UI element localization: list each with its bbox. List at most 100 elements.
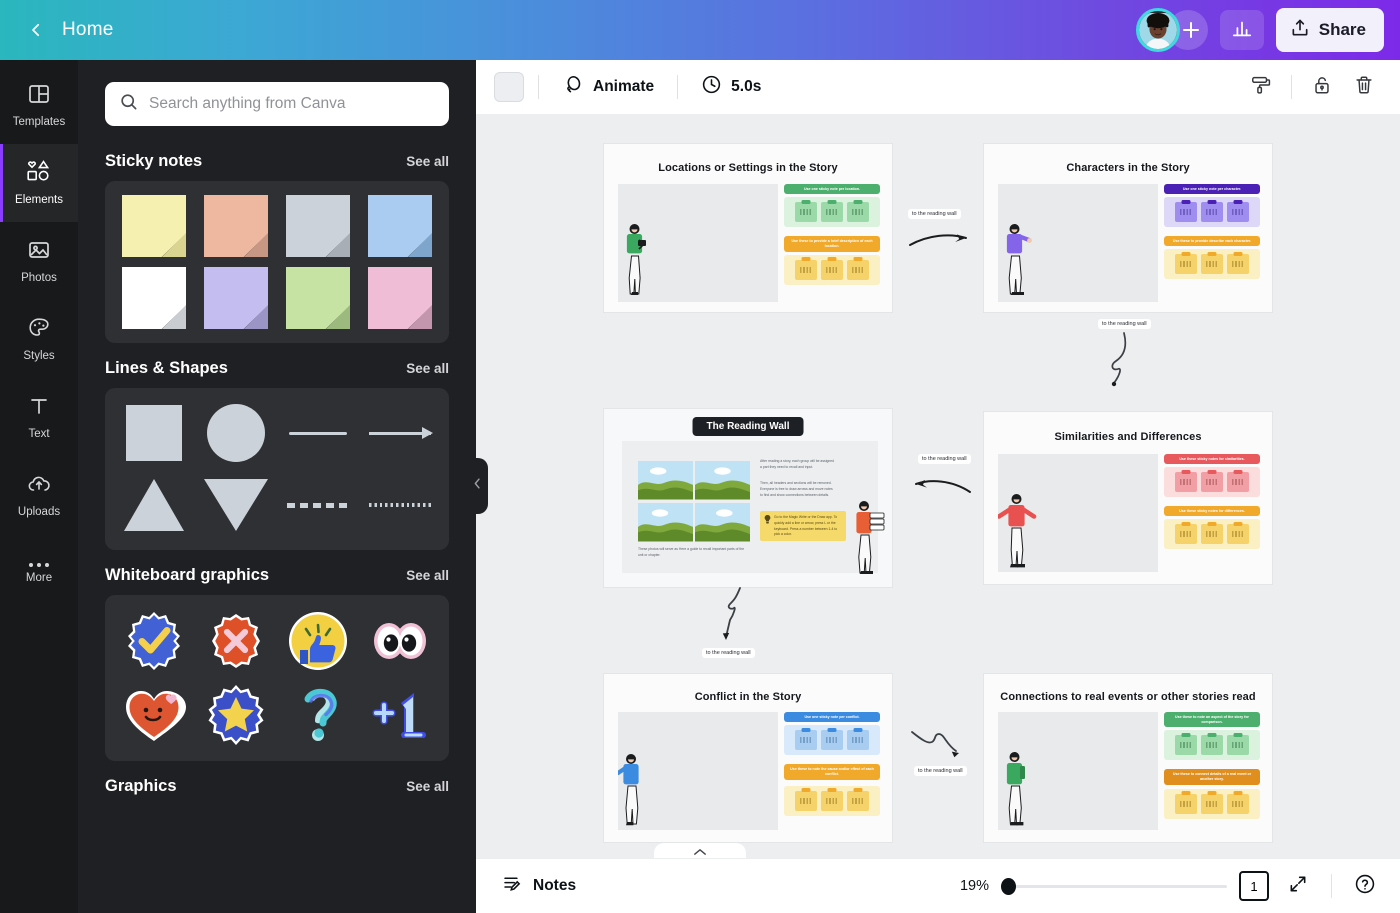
- paint-roller-button[interactable]: [1243, 69, 1279, 105]
- shape-triangle-down[interactable]: [204, 474, 268, 536]
- mini-sticky-note[interactable]: [1227, 199, 1249, 223]
- mini-sticky-note[interactable]: [847, 199, 869, 223]
- sidebar-item-uploads[interactable]: Uploads: [0, 456, 78, 534]
- sidebar-item-styles[interactable]: Styles: [0, 300, 78, 378]
- zoom-slider-knob[interactable]: [1001, 877, 1016, 895]
- mini-sticky-note[interactable]: [1201, 732, 1223, 756]
- card-note-column: Use one sticky note per conflict. Use th…: [784, 712, 880, 816]
- line-dotted[interactable]: [368, 474, 432, 536]
- notes-expand-tab[interactable]: [654, 843, 746, 858]
- mini-sticky-note[interactable]: [1175, 469, 1197, 493]
- whiteboard-canvas[interactable]: Locations or Settings in the Story Use o…: [476, 114, 1400, 858]
- see-all-lines-shapes[interactable]: See all: [406, 361, 449, 376]
- sticker-question-mark[interactable]: [286, 683, 350, 747]
- mini-sticky-note[interactable]: [795, 788, 817, 811]
- sidebar-item-text[interactable]: Text: [0, 378, 78, 456]
- mini-sticky-note[interactable]: [847, 788, 869, 811]
- landscape-photo[interactable]: [695, 461, 750, 500]
- mini-sticky-note[interactable]: [847, 727, 869, 751]
- mini-sticky-note[interactable]: [821, 727, 843, 751]
- animate-button[interactable]: Animate: [553, 69, 663, 106]
- sticky-note-yellow[interactable]: [122, 195, 186, 257]
- line-straight[interactable]: [286, 402, 350, 464]
- mini-sticky-note[interactable]: [1201, 199, 1223, 223]
- see-all-whiteboard-graphics[interactable]: See all: [406, 568, 449, 583]
- card-characters[interactable]: Characters in the Story Use one sticky n…: [984, 144, 1272, 312]
- sidebar-item-elements[interactable]: Elements: [0, 144, 78, 222]
- sidebar-item-templates[interactable]: Templates: [0, 66, 78, 144]
- sticky-note-peach[interactable]: [204, 195, 268, 257]
- shape-triangle-up[interactable]: [122, 474, 186, 536]
- shape-circle[interactable]: [204, 402, 268, 464]
- sticky-note-gray[interactable]: [286, 195, 350, 257]
- mini-sticky-note[interactable]: [1201, 521, 1223, 545]
- analytics-button[interactable]: [1219, 10, 1264, 50]
- panel-collapse-handle[interactable]: [466, 458, 488, 514]
- mini-sticky-note[interactable]: [795, 727, 817, 751]
- fullscreen-button[interactable]: [1281, 869, 1315, 903]
- mini-sticky-note[interactable]: [1175, 791, 1197, 814]
- mini-sticky-note[interactable]: [821, 199, 843, 223]
- mini-sticky-note[interactable]: [847, 257, 869, 280]
- sticker-thumbs-up[interactable]: [286, 609, 350, 673]
- card-conflict[interactable]: Conflict in the Story Use one sticky not…: [604, 674, 892, 842]
- sticky-note-blue[interactable]: [368, 195, 432, 257]
- line-dashed[interactable]: [286, 474, 350, 536]
- color-swatch-button[interactable]: [494, 72, 524, 102]
- mini-sticky-note[interactable]: [795, 199, 817, 223]
- mini-sticky-note[interactable]: [1227, 251, 1249, 275]
- mini-sticky-note[interactable]: [1227, 732, 1249, 756]
- zoom-slider[interactable]: [1001, 877, 1227, 895]
- mini-sticky-note[interactable]: [821, 257, 843, 280]
- sticker-eyes[interactable]: [368, 609, 432, 673]
- search-input[interactable]: [149, 95, 435, 113]
- mini-sticky-note[interactable]: [1201, 791, 1223, 814]
- sticker-star-badge[interactable]: [204, 683, 268, 747]
- lock-button[interactable]: [1304, 69, 1340, 105]
- shape-square[interactable]: [122, 402, 186, 464]
- mini-sticky-note[interactable]: [1175, 521, 1197, 545]
- mini-sticky-note[interactable]: [1175, 251, 1197, 275]
- landscape-photo[interactable]: [695, 503, 750, 542]
- mini-sticky-note[interactable]: [821, 788, 843, 811]
- landscape-photo[interactable]: [638, 503, 693, 542]
- sticker-check-badge[interactable]: [122, 609, 186, 673]
- sticky-note-purple[interactable]: [204, 267, 268, 329]
- see-all-sticky-notes[interactable]: See all: [406, 154, 449, 169]
- mini-sticky-note[interactable]: [1175, 732, 1197, 756]
- sidebar-item-photos[interactable]: Photos: [0, 222, 78, 300]
- avatar[interactable]: [1135, 8, 1180, 52]
- mini-sticky-note[interactable]: [1227, 791, 1249, 814]
- line-arrow[interactable]: [368, 402, 432, 464]
- connector-label: to the reading wall: [1098, 319, 1151, 329]
- card-similarities[interactable]: Similarities and Differences Use these s…: [984, 412, 1272, 584]
- see-all-graphics[interactable]: See all: [406, 779, 449, 794]
- sticker-smiley-heart[interactable]: [122, 683, 186, 747]
- mini-sticky-note[interactable]: [1201, 469, 1223, 493]
- sticky-note-pink[interactable]: [368, 267, 432, 329]
- mini-sticky-note[interactable]: [1227, 521, 1249, 545]
- page-manager-button[interactable]: 1: [1239, 871, 1269, 901]
- help-button[interactable]: [1348, 869, 1382, 903]
- card-connections[interactable]: Connections to real events or other stor…: [984, 674, 1272, 842]
- mini-sticky-note[interactable]: [1175, 199, 1197, 223]
- share-button[interactable]: Share: [1275, 8, 1384, 52]
- search-box[interactable]: [105, 82, 449, 126]
- duration-button[interactable]: 5.0s: [692, 69, 770, 105]
- mini-sticky-note[interactable]: [1227, 469, 1249, 493]
- sidebar-item-more[interactable]: More: [0, 534, 78, 612]
- sticker-plus-one[interactable]: [368, 683, 432, 747]
- sidebar-item-label: Uploads: [17, 506, 61, 518]
- mini-sticky-note[interactable]: [1201, 251, 1223, 275]
- delete-button[interactable]: [1346, 69, 1382, 105]
- home-label[interactable]: Home: [62, 19, 113, 41]
- mini-sticky-note[interactable]: [795, 257, 817, 280]
- back-button[interactable]: [16, 10, 56, 50]
- sticker-cross-badge[interactable]: [204, 609, 268, 673]
- landscape-photo[interactable]: [638, 461, 693, 500]
- sticky-note-white[interactable]: [122, 267, 186, 329]
- card-reading-wall[interactable]: The Reading Wall These photos will serve…: [604, 409, 892, 587]
- notes-button[interactable]: Notes: [494, 868, 584, 904]
- card-locations[interactable]: Locations or Settings in the Story Use o…: [604, 144, 892, 312]
- sticky-note-green[interactable]: [286, 267, 350, 329]
